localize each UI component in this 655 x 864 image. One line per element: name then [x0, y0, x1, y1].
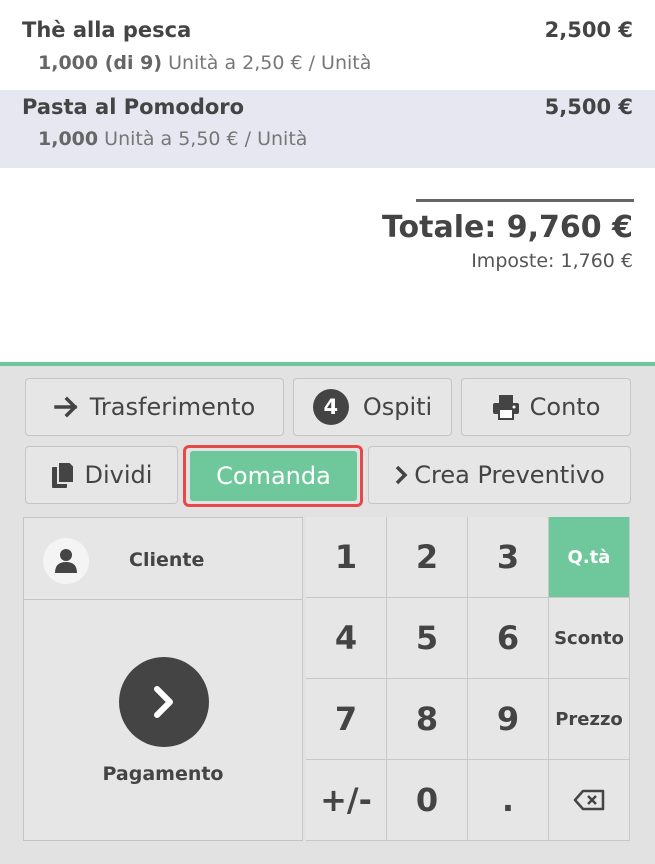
numpad-key-0[interactable]: 0 [387, 760, 468, 841]
actionpad: Cliente Pagamento [23, 517, 303, 841]
chevron-right-icon [396, 465, 408, 485]
numpad-key-4[interactable]: 4 [306, 598, 387, 679]
numpad-key-3[interactable]: 3 [468, 517, 549, 598]
customer-label: Cliente [129, 549, 205, 571]
numpad-key-7[interactable]: 7 [306, 679, 387, 760]
orderline-unit-info: Unità a 2,50 € / Unità [168, 52, 372, 74]
panel-divider [0, 362, 655, 366]
backspace-icon [573, 789, 605, 811]
numpad: 1 2 3 Q.tà 4 5 6 Sconto 7 8 9 Prezzo +/-… [306, 517, 631, 841]
backspace-button[interactable] [549, 760, 630, 841]
avatar [43, 538, 89, 584]
create-quote-label: Crea Preventivo [414, 461, 605, 489]
transfer-button[interactable]: Trasferimento [25, 378, 284, 436]
mode-price-button[interactable]: Prezzo [549, 679, 630, 760]
chevron-right-icon [154, 686, 173, 718]
printer-icon [492, 395, 519, 420]
numpad-key-2[interactable]: 2 [387, 517, 468, 598]
guests-label: Ospiti [362, 393, 433, 421]
create-quote-button[interactable]: Crea Preventivo [368, 446, 631, 504]
numpad-key-5[interactable]: 5 [387, 598, 468, 679]
bill-label: Conto [529, 393, 601, 421]
orderline-selected[interactable]: Pasta al Pomodoro 5,500 € 1,000 Unità a … [0, 90, 655, 168]
payment-label: Pagamento [102, 763, 224, 785]
orderline-price: 2,500 € [544, 18, 633, 42]
orderline-unit-info: Unità a 5,50 € / Unità [104, 128, 308, 150]
transfer-label: Trasferimento [89, 393, 256, 421]
copy-icon [51, 461, 75, 488]
order-container: Thè alla pesca 2,500 € 1,000 (di 9) Unit… [0, 0, 655, 362]
order-button[interactable]: Comanda [190, 451, 357, 501]
orderline-product-name: Pasta al Pomodoro [22, 95, 245, 119]
guests-count-badge: 4 [312, 389, 349, 425]
arrow-right-icon [54, 396, 78, 418]
order-taxes: Imposte: 1,760 € [471, 250, 633, 272]
numpad-key-9[interactable]: 9 [468, 679, 549, 760]
orderline-info: 1,000 (di 9) Unità a 2,50 € / Unità [38, 52, 371, 74]
numpad-key-6[interactable]: 6 [468, 598, 549, 679]
orderline-product-name: Thè alla pesca [22, 18, 192, 42]
summary-separator [416, 199, 634, 202]
guests-button[interactable]: 4 Ospiti [293, 378, 452, 436]
orderline[interactable]: Thè alla pesca 2,500 € 1,000 (di 9) Unit… [0, 12, 655, 82]
orderline-info: 1,000 Unità a 5,50 € / Unità [38, 128, 307, 150]
split-label: Dividi [84, 461, 153, 489]
orderline-qty: 1,000 (di 9) [38, 52, 163, 74]
numpad-key-plus-minus[interactable]: +/- [306, 760, 387, 841]
orderline-qty: 1,000 [38, 128, 99, 150]
numpad-key-decimal[interactable]: . [468, 760, 549, 841]
mode-quantity-button[interactable]: Q.tà [549, 517, 630, 598]
split-button[interactable]: Dividi [25, 446, 178, 504]
orderline-price: 5,500 € [544, 95, 633, 119]
order-total: Totale: 9,760 € [382, 210, 633, 245]
customer-button[interactable]: Cliente [24, 518, 302, 600]
numpad-key-8[interactable]: 8 [387, 679, 468, 760]
user-icon [55, 549, 77, 573]
numpad-key-1[interactable]: 1 [306, 517, 387, 598]
mode-discount-button[interactable]: Sconto [549, 598, 630, 679]
bill-button[interactable]: Conto [461, 378, 631, 436]
payment-button[interactable] [119, 657, 209, 747]
